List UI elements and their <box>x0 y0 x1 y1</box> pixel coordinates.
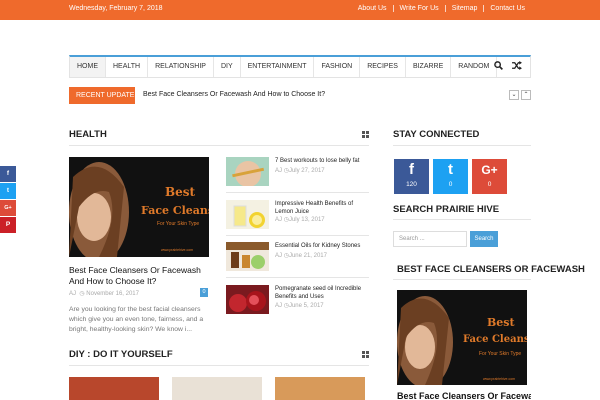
post-meta: AJ ◷July 13, 2017 <box>275 216 325 223</box>
featured-post-image[interactable]: Best Face Cleansers For Your Skin Type w… <box>69 157 209 257</box>
post-divider <box>226 235 369 236</box>
facebook-share-icon[interactable]: f <box>0 166 16 182</box>
top-links: About Us Write For Us Sitemap Contact Us <box>352 5 531 12</box>
post-date: June 5, 2017 <box>288 303 324 309</box>
clock-icon: ◷ <box>79 291 85 297</box>
recent-updates-label: RECENT UPDATES <box>69 87 135 104</box>
belly-fat-thumb-art <box>226 157 269 186</box>
google-plus-count: 0 <box>487 181 492 188</box>
health-section-title: HEALTH <box>69 129 107 140</box>
featured-post-title[interactable]: Best Face Cleansers Or Facewash And How … <box>69 265 209 287</box>
diy-post-thumb[interactable] <box>275 377 365 400</box>
featured-image-title-1: Best <box>165 185 196 199</box>
pinterest-share-icon[interactable]: P <box>0 217 16 233</box>
post-meta: AJ ◷June 21, 2017 <box>275 252 327 259</box>
editors-pick-post-title[interactable]: Best Face Cleansers Or Facewash <box>397 391 531 400</box>
author: AJ <box>275 217 283 223</box>
nav-item-entertainment[interactable]: ENTERTAINMENT <box>241 57 315 77</box>
post-title-pomegranate[interactable]: Pomegranate seed oil Incredible Benefits… <box>275 285 365 301</box>
stay-connected-title: STAY CONNECTED <box>393 129 480 140</box>
facebook-follow-button[interactable]: f 120 <box>394 159 429 194</box>
google-plus-follow-button[interactable]: G+ 0 <box>472 159 507 194</box>
twitter-icon: t <box>448 161 453 178</box>
google-plus-icon: G+ <box>481 163 498 177</box>
nav-item-fashion[interactable]: FASHION <box>314 57 361 77</box>
nav-item-relationship[interactable]: RELATIONSHIP <box>148 57 214 77</box>
contact-us-link[interactable]: Contact Us <box>483 5 531 12</box>
featured-image-watermark: www.prairiehive.com <box>161 248 194 252</box>
comment-count-badge[interactable]: 0 <box>200 288 208 297</box>
post-date: November 16, 2017 <box>86 291 139 297</box>
nav-item-home[interactable]: HOME <box>70 57 106 77</box>
editors-pick-title: Best Face Cleansers Or Facewash <box>397 264 585 275</box>
lemon-juice-thumb-art <box>226 200 269 229</box>
post-thumb-lemon-juice[interactable] <box>226 200 269 229</box>
post-date: July 27, 2017 <box>288 168 325 174</box>
current-date: Wednesday, February 7, 2018 <box>69 5 163 12</box>
editors-pick-image-title-1: Best <box>487 316 515 329</box>
editors-pick-image-watermark: www.prairiehive.com <box>483 377 516 381</box>
nav-item-health[interactable]: HEALTH <box>106 57 149 77</box>
search-button[interactable]: Search <box>470 231 498 247</box>
ticker-next-button[interactable]: ⌃ <box>521 90 531 100</box>
post-divider <box>226 192 369 193</box>
post-date: July 13, 2017 <box>288 217 325 223</box>
twitter-follow-button[interactable]: t 0 <box>433 159 468 194</box>
nav-item-recipes[interactable]: RECIPES <box>360 57 406 77</box>
sidebar-divider <box>393 279 531 280</box>
ticker-headline[interactable]: Best Face Cleansers Or Facewash And How … <box>143 91 325 98</box>
diy-post-thumb[interactable] <box>172 377 262 400</box>
pomegranate-thumb-art <box>226 285 269 314</box>
post-thumb-kidney-stones[interactable] <box>226 242 269 271</box>
featured-image-subtitle: For Your Skin Type <box>157 221 200 227</box>
post-title-belly-fat[interactable]: 7 Best workouts to lose belly fat <box>275 157 365 165</box>
twitter-count: 0 <box>448 181 453 188</box>
grid-icon[interactable] <box>362 351 369 358</box>
search-icon[interactable] <box>494 61 503 70</box>
google-plus-share-icon[interactable]: G+ <box>0 200 16 216</box>
sidebar-divider <box>393 145 531 146</box>
nav-item-bizarre[interactable]: BIZARRE <box>406 57 452 77</box>
author: AJ <box>275 303 283 309</box>
editors-pick-image-title-2: Face Cleansers <box>463 334 527 345</box>
shuffle-icon[interactable] <box>512 61 522 70</box>
author: AJ <box>69 291 77 297</box>
search-input[interactable]: Search ... <box>393 231 467 247</box>
post-date: June 21, 2017 <box>288 253 327 259</box>
search-section-title: SEARCH PRAIRIE HIVE <box>393 204 500 215</box>
nav-item-diy[interactable]: DIY <box>214 57 241 77</box>
post-meta: AJ ◷July 27, 2017 <box>275 167 325 174</box>
write-for-us-link[interactable]: Write For Us <box>392 5 445 12</box>
facebook-icon: f <box>409 161 414 178</box>
post-meta: AJ ◷June 5, 2017 <box>275 302 324 309</box>
twitter-share-icon[interactable]: t <box>0 183 16 199</box>
sidebar-divider <box>393 219 531 220</box>
post-title-kidney-stones[interactable]: Essential Oils for Kidney Stones <box>275 242 365 250</box>
featured-post-excerpt: Are you looking for the best facial clea… <box>69 306 204 333</box>
about-us-link[interactable]: About Us <box>352 5 393 12</box>
featured-post-meta: AJ ◷ November 16, 2017 <box>69 290 139 297</box>
nav-item-random[interactable]: RANDOM <box>451 57 498 77</box>
facebook-count: 120 <box>406 181 417 188</box>
editors-pick-image[interactable]: Best Face Cleansers For Your Skin Type w… <box>397 290 527 385</box>
kidney-stones-thumb-art <box>226 242 269 271</box>
grid-icon[interactable] <box>362 131 369 138</box>
ticker-prev-button[interactable]: ⌄ <box>509 90 519 100</box>
post-divider <box>226 277 369 278</box>
editors-pick-image-subtitle: For Your Skin Type <box>479 351 522 357</box>
top-bar: Wednesday, February 7, 2018 About Us Wri… <box>0 0 600 20</box>
diy-section-title: DIY : DO IT YOURSELF <box>69 349 173 360</box>
author: AJ <box>275 168 283 174</box>
author: AJ <box>275 253 283 259</box>
post-thumb-pomegranate[interactable] <box>226 285 269 314</box>
featured-image-title-2: Face Cleansers <box>141 204 209 217</box>
sitemap-link[interactable]: Sitemap <box>444 5 484 12</box>
health-divider <box>69 145 369 146</box>
main-nav: HOME HEALTH RELATIONSHIP DIY ENTERTAINME… <box>69 55 531 78</box>
diy-post-thumb[interactable] <box>69 377 159 400</box>
post-thumb-belly-fat[interactable] <box>226 157 269 186</box>
diy-divider <box>69 365 369 366</box>
post-title-lemon-juice[interactable]: Impressive Health Benefits of Lemon Juic… <box>275 200 365 216</box>
